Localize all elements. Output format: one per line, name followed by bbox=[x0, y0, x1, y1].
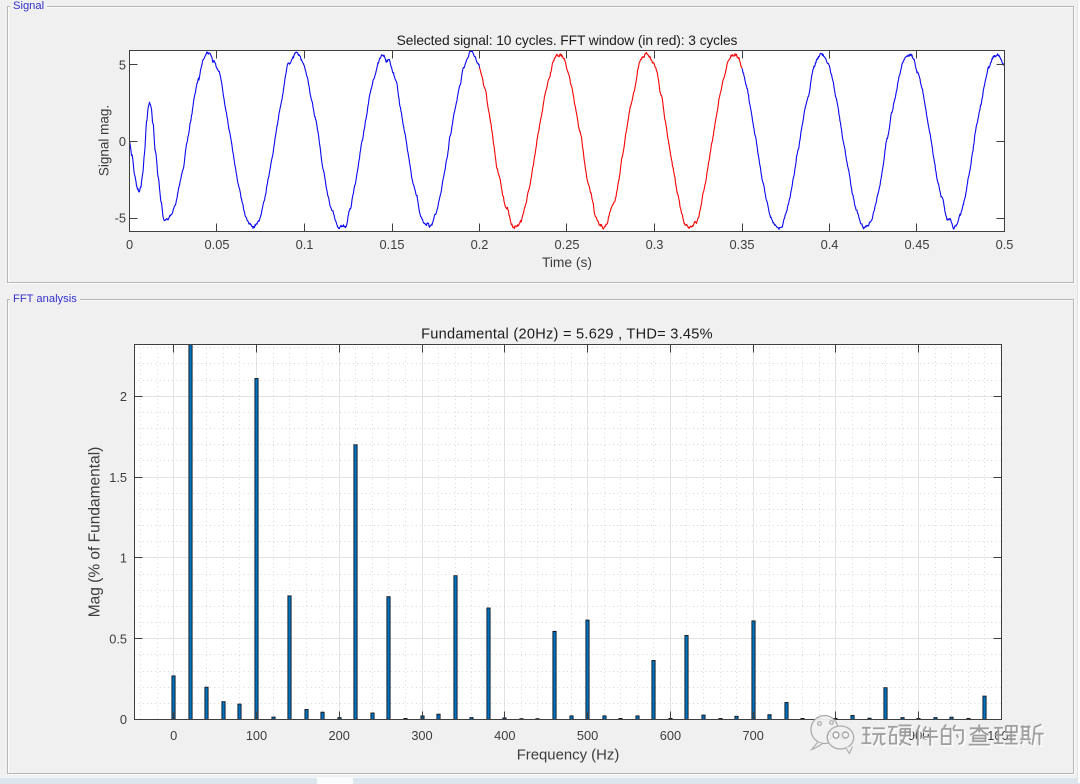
svg-text:400: 400 bbox=[494, 728, 515, 743]
svg-text:-5: -5 bbox=[115, 211, 126, 226]
svg-text:Selected signal: 10 cycles. FF: Selected signal: 10 cycles. FFT window (… bbox=[397, 33, 738, 48]
svg-text:200: 200 bbox=[329, 728, 350, 743]
svg-text:1: 1 bbox=[120, 551, 127, 566]
svg-text:0.25: 0.25 bbox=[555, 237, 580, 252]
svg-text:500: 500 bbox=[577, 728, 598, 743]
svg-text:Time (s): Time (s) bbox=[542, 255, 592, 270]
svg-text:0.4: 0.4 bbox=[821, 237, 839, 252]
svg-text:0.5: 0.5 bbox=[109, 631, 127, 646]
svg-text:Signal mag.: Signal mag. bbox=[97, 105, 112, 176]
svg-text:Fundamental (20Hz) = 5.629 , T: Fundamental (20Hz) = 5.629 , THD= 3.45% bbox=[421, 327, 713, 343]
svg-text:0.2: 0.2 bbox=[471, 237, 489, 252]
svg-text:Frequency (Hz): Frequency (Hz) bbox=[517, 748, 620, 764]
svg-text:0.45: 0.45 bbox=[905, 237, 930, 252]
svg-text:0.05: 0.05 bbox=[205, 237, 230, 252]
svg-text:1.5: 1.5 bbox=[109, 470, 127, 485]
svg-text:0.15: 0.15 bbox=[380, 237, 405, 252]
svg-text:0: 0 bbox=[170, 728, 177, 743]
svg-text:0: 0 bbox=[120, 712, 127, 727]
svg-text:0: 0 bbox=[119, 134, 126, 149]
svg-text:700: 700 bbox=[743, 728, 764, 743]
svg-text:Mag (% of Fundamental): Mag (% of Fundamental) bbox=[87, 447, 104, 618]
svg-text:0.3: 0.3 bbox=[646, 237, 664, 252]
svg-text:2: 2 bbox=[120, 389, 127, 404]
svg-text:0.35: 0.35 bbox=[730, 237, 755, 252]
svg-text:300: 300 bbox=[411, 728, 432, 743]
svg-text:100: 100 bbox=[246, 728, 267, 743]
svg-text:0.5: 0.5 bbox=[996, 237, 1014, 252]
svg-text:5: 5 bbox=[119, 58, 126, 73]
svg-text:0.1: 0.1 bbox=[296, 237, 314, 252]
svg-text:0: 0 bbox=[126, 237, 133, 252]
svg-text:600: 600 bbox=[660, 728, 681, 743]
